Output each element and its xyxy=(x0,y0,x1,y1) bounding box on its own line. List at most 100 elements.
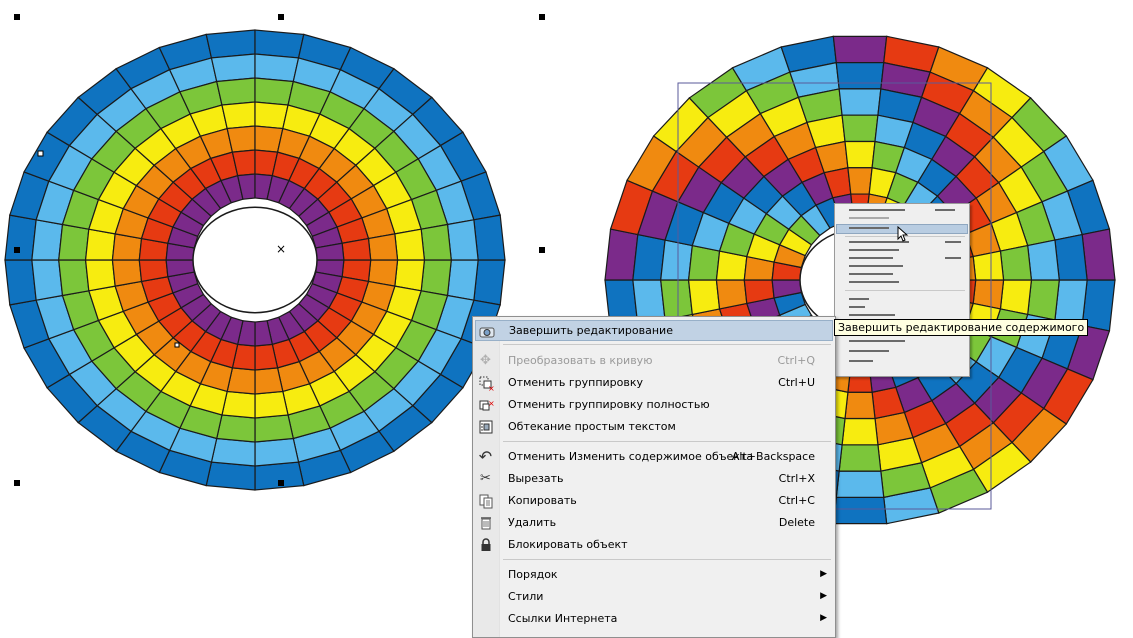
menu-item-shortcut: Ctrl+C xyxy=(778,494,815,507)
balloon-panel xyxy=(111,259,143,287)
svg-text:×: × xyxy=(488,399,494,408)
menu-item-label: Обтекание простым текстом xyxy=(508,420,676,433)
handle-mid-right[interactable] xyxy=(539,247,545,253)
menu-item-internet-links[interactable]: Ссылки Интернета ▶ xyxy=(475,608,833,629)
text-wrap-icon xyxy=(477,418,494,435)
balloon-panel xyxy=(84,228,116,261)
balloon-panel xyxy=(254,367,284,395)
handle-top-center[interactable] xyxy=(278,14,284,20)
mini-menu-line xyxy=(945,241,961,243)
menu-item-label: Ссылки Интернета xyxy=(508,612,618,625)
balloon-panel xyxy=(210,53,256,83)
balloon-panel xyxy=(221,101,256,130)
menu-item-label: Завершить редактирование xyxy=(509,324,673,337)
menu-item-shortcut: Delete xyxy=(778,516,815,529)
mini-menu-sep xyxy=(845,290,965,291)
balloon-panel xyxy=(687,279,721,316)
balloon-panel xyxy=(4,214,37,261)
node-handle[interactable] xyxy=(37,150,44,157)
balloon-panel xyxy=(215,414,256,443)
handle-mid-left[interactable] xyxy=(14,247,20,253)
balloon-panel xyxy=(999,244,1033,281)
menu-item-undo-edit-contents[interactable]: ↶ Отменить Изменить содержимое объекта A… xyxy=(475,446,833,467)
ungroup-icon: × xyxy=(477,374,494,391)
balloon-panel xyxy=(420,259,452,297)
mini-menu-line xyxy=(849,209,905,211)
balloon-panel xyxy=(473,214,506,261)
balloon-panel xyxy=(226,125,256,153)
balloon-panel xyxy=(205,29,256,59)
balloon-panel xyxy=(835,62,885,90)
balloon-panel xyxy=(1027,279,1060,321)
copy-icon xyxy=(477,492,494,509)
menu-item-finish-editing[interactable]: Завершить редактирование xyxy=(475,320,833,341)
menu-item-delete[interactable]: Удалить Delete xyxy=(475,512,833,533)
balloon-panel xyxy=(835,470,885,498)
mini-menu-line xyxy=(849,227,889,229)
menu-item-cut[interactable]: ✂ Вырезать Ctrl+X xyxy=(475,468,833,489)
menu-item-text-wrap[interactable]: Обтекание простым текстом xyxy=(475,416,833,437)
mini-menu-line xyxy=(849,217,889,219)
mini-menu-line xyxy=(849,265,903,267)
menu-item-label: Преобразовать в кривую xyxy=(508,354,653,367)
ungroup-all-icon: × xyxy=(477,396,494,413)
menu-item-label: Отменить группировку полностью xyxy=(508,398,710,411)
balloon-panel xyxy=(473,259,506,306)
balloon-panel xyxy=(31,259,64,301)
handle-top-left[interactable] xyxy=(14,14,20,20)
mini-menu-line xyxy=(849,306,865,308)
menu-item-label: Стили xyxy=(508,590,544,603)
balloon-panel xyxy=(4,259,37,306)
balloon-panel xyxy=(254,390,289,419)
menu-item-lock-object[interactable]: Блокировать объект xyxy=(475,534,833,555)
tooltip: Завершить редактирование содержимого xyxy=(834,319,1089,336)
svg-text:×: × xyxy=(488,384,494,391)
menu-item-label: Вырезать xyxy=(508,472,564,485)
balloon-panel xyxy=(394,259,426,292)
balloon-panel xyxy=(847,167,873,195)
mini-menu-line xyxy=(849,249,899,251)
menu-item-shortcut: Ctrl+U xyxy=(778,376,815,389)
handle-bottom-left[interactable] xyxy=(14,480,20,486)
menu-item-label: Блокировать объект xyxy=(508,538,628,551)
mini-menu-line xyxy=(849,360,873,362)
handle-top-right[interactable] xyxy=(539,14,545,20)
balloon-panel xyxy=(841,417,879,446)
menu-item-shortcut: Ctrl+X xyxy=(778,472,815,485)
trash-icon xyxy=(477,514,494,531)
menu-item-copy[interactable]: Копировать Ctrl+C xyxy=(475,490,833,511)
balloon-panel xyxy=(254,77,295,106)
menu-item-styles[interactable]: Стили ▶ xyxy=(475,586,833,607)
balloon-panel xyxy=(205,461,256,491)
mini-menu-line xyxy=(849,298,869,300)
balloon-panel xyxy=(254,53,300,83)
menu-separator xyxy=(503,344,831,345)
submenu-arrow-icon: ▶ xyxy=(820,569,827,579)
mini-menu-line xyxy=(945,257,961,259)
balloon-panel xyxy=(832,496,888,525)
balloon-panel xyxy=(446,219,479,261)
balloon-panel xyxy=(832,35,888,64)
menu-item-convert-to-curves[interactable]: ✥ Преобразовать в кривую Ctrl+Q xyxy=(475,350,833,371)
balloon-opening xyxy=(192,206,318,314)
mini-menu-line xyxy=(849,273,893,275)
submenu-arrow-icon: ▶ xyxy=(820,591,827,601)
menu-item-ungroup[interactable]: × Отменить группировку Ctrl+U xyxy=(475,372,833,393)
menu-item-ungroup-all[interactable]: × Отменить группировку полностью xyxy=(475,394,833,415)
balloon-panel xyxy=(210,437,256,467)
balloon-panel xyxy=(254,437,300,467)
balloon-left-graphic[interactable] xyxy=(4,29,506,491)
finish-edit-icon xyxy=(478,323,495,340)
menu-item-label: Порядок xyxy=(508,568,558,581)
mini-menu-line xyxy=(849,257,893,259)
lock-icon xyxy=(477,536,494,553)
node-handle[interactable] xyxy=(174,342,180,348)
balloon-panel xyxy=(31,219,64,261)
mini-menu-line xyxy=(849,314,895,316)
balloon-panel xyxy=(841,114,879,143)
mini-menu-line xyxy=(849,281,899,283)
menu-item-order[interactable]: Порядок ▶ xyxy=(475,564,833,585)
handle-bottom-center[interactable] xyxy=(278,480,284,486)
balloon-panel xyxy=(84,259,116,292)
balloon-panel xyxy=(420,223,452,261)
